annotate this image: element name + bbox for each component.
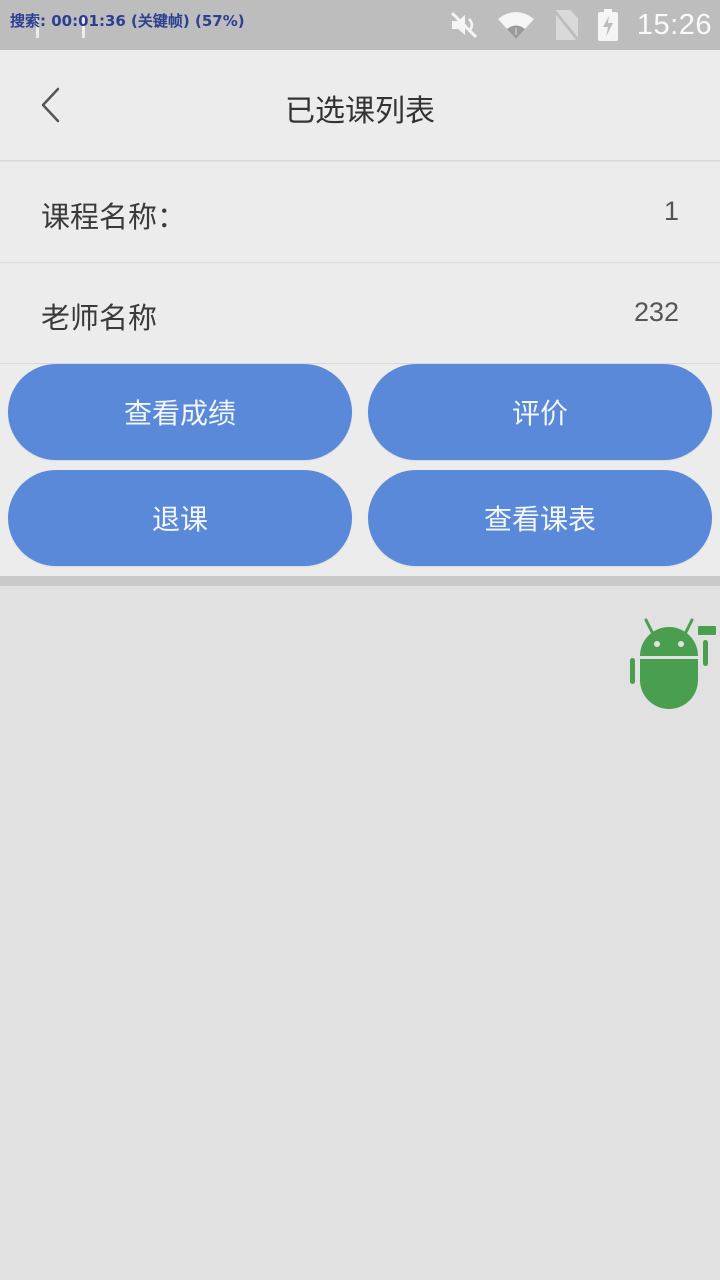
- status-time: 15:26: [636, 8, 712, 41]
- view-schedule-button[interactable]: 查看课表: [368, 470, 712, 566]
- app-bar: 已选课列表: [0, 50, 720, 161]
- teacher-name-label: 老师名称: [41, 301, 158, 335]
- evaluate-button[interactable]: 评价: [368, 364, 712, 460]
- section-divider: [0, 576, 720, 586]
- course-name-value: 1: [663, 196, 679, 226]
- teacher-name-value: 232: [633, 297, 679, 327]
- status-icons: 15:26: [449, 8, 712, 42]
- status-overlay-text: 搜索: 00:01:36 (关键帧) (57%): [10, 12, 245, 30]
- battery-charging-icon: [597, 9, 618, 41]
- android-mascot-icon[interactable]: [628, 618, 720, 714]
- page-title: 已选课列表: [285, 94, 435, 129]
- muted-speaker-icon: [450, 11, 477, 39]
- teacher-name-row: 老师名称 232: [0, 263, 720, 364]
- wifi-icon: [497, 12, 534, 39]
- drop-course-button[interactable]: 退课: [8, 470, 352, 566]
- action-buttons-panel: 查看成绩 评价 退课 查看课表: [0, 364, 720, 576]
- status-bar: 搜索: 00:01:36 (关键帧) (57%) 15:26: [0, 0, 720, 50]
- no-sim-icon: [552, 9, 579, 41]
- course-name-row: 课程名称： 1: [0, 162, 720, 263]
- course-name-label: 课程名称：: [41, 200, 187, 234]
- view-grades-button[interactable]: 查看成绩: [8, 364, 352, 460]
